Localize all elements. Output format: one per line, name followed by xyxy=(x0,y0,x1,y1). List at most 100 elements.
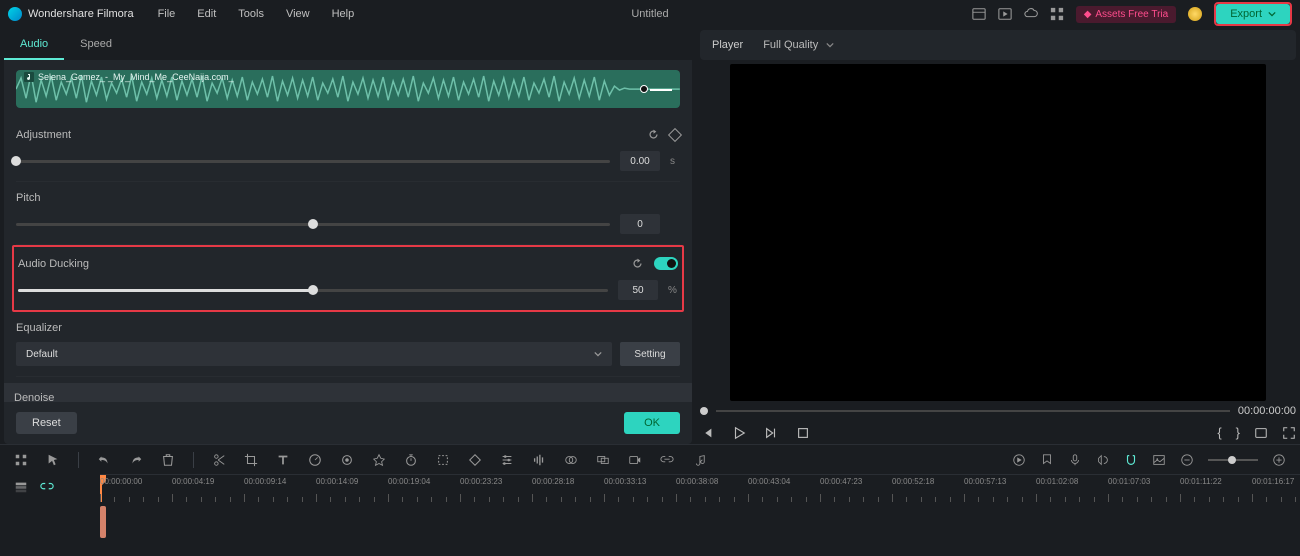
crop-icon[interactable] xyxy=(244,453,258,467)
scrub-track[interactable] xyxy=(716,410,1230,412)
group-icon[interactable] xyxy=(596,453,610,467)
link-icon[interactable] xyxy=(660,453,674,467)
next-frame-icon[interactable] xyxy=(764,426,778,440)
color-icon[interactable] xyxy=(340,453,354,467)
image-icon[interactable] xyxy=(1152,453,1166,467)
adjustment-slider[interactable] xyxy=(16,160,610,163)
screenshot-icon[interactable] xyxy=(1254,426,1268,440)
zoom-in-icon[interactable] xyxy=(1272,453,1286,467)
cursor-icon[interactable] xyxy=(46,453,60,467)
menu-file[interactable]: File xyxy=(158,8,176,20)
adjust-icon[interactable] xyxy=(500,453,514,467)
panel-tabs: Audio Speed xyxy=(4,30,692,60)
prev-frame-icon[interactable] xyxy=(700,426,714,440)
chevron-down-icon xyxy=(1268,10,1276,18)
tab-audio[interactable]: Audio xyxy=(4,30,64,60)
brace-open-icon[interactable]: { xyxy=(1217,425,1221,440)
ducking-slider[interactable] xyxy=(18,289,608,292)
mic-icon[interactable] xyxy=(1068,453,1082,467)
audio-bars-icon[interactable] xyxy=(532,453,546,467)
equalizer-section: Equalizer Default Setting xyxy=(16,312,680,377)
zoom-out-icon[interactable] xyxy=(1180,453,1194,467)
media-icon[interactable] xyxy=(998,7,1012,21)
stop-icon[interactable] xyxy=(796,426,810,440)
ok-button[interactable]: OK xyxy=(624,412,680,434)
audio-mix-icon[interactable] xyxy=(1096,453,1110,467)
pitch-value[interactable]: 0 xyxy=(620,214,660,234)
export-button[interactable]: Export xyxy=(1216,4,1290,24)
mask-icon[interactable] xyxy=(564,453,578,467)
keyframe-tool-icon[interactable] xyxy=(468,453,482,467)
video-preview[interactable] xyxy=(730,64,1266,401)
adjustment-value[interactable]: 0.00 xyxy=(620,151,660,171)
reset-button[interactable]: Reset xyxy=(16,412,77,434)
apps-icon[interactable] xyxy=(1050,7,1064,21)
timeline-clip[interactable] xyxy=(100,506,106,538)
adjustment-section: Adjustment 0.00 s xyxy=(16,118,680,182)
brace-close-icon[interactable]: } xyxy=(1236,425,1240,440)
render-icon[interactable] xyxy=(1012,453,1026,467)
pitch-section: Pitch 0 xyxy=(16,182,680,245)
menu-tools[interactable]: Tools xyxy=(238,8,264,20)
clip-filename: Selena_Gomez_-_My_Mind_Me_CeeNaija.com_ xyxy=(38,72,234,82)
tab-speed[interactable]: Speed xyxy=(64,30,128,60)
assets-badge[interactable]: ◆ Assets Free Tria xyxy=(1076,6,1177,23)
ducking-value[interactable]: 50 xyxy=(618,280,658,300)
track-content[interactable] xyxy=(100,502,1300,552)
effects-icon[interactable] xyxy=(372,453,386,467)
ruler-time-label: 00:00:09:14 xyxy=(244,477,286,486)
chevron-down-icon xyxy=(594,350,602,358)
top-menubar: Wondershare Filmora File Edit Tools View… xyxy=(0,0,1300,28)
equalizer-preset-dropdown[interactable]: Default xyxy=(16,342,612,366)
ruler-time-label: 00:01:02:08 xyxy=(1036,477,1078,486)
redo-icon[interactable] xyxy=(129,453,143,467)
split-icon[interactable] xyxy=(212,453,226,467)
reset-icon[interactable] xyxy=(647,128,660,141)
layout-icon[interactable] xyxy=(972,7,986,21)
ruler-time-label: 00:00:52:18 xyxy=(892,477,934,486)
quality-dropdown[interactable]: Full Quality xyxy=(763,39,834,51)
scrub-handle[interactable] xyxy=(700,407,708,415)
menu-items: File Edit Tools View Help xyxy=(158,8,355,20)
reset-icon[interactable] xyxy=(631,257,644,270)
cloud-icon[interactable] xyxy=(1024,7,1038,21)
music-icon[interactable] xyxy=(692,453,706,467)
ducking-toggle[interactable] xyxy=(654,257,678,270)
pitch-slider[interactable] xyxy=(16,223,610,226)
ruler-time-label: 00:01:16:17 xyxy=(1252,477,1294,486)
equalizer-setting-button[interactable]: Setting xyxy=(620,342,680,366)
audio-properties-panel: Audio Speed Selena_Gomez_-_My_Mind_Me_Ce… xyxy=(4,30,692,444)
marker-icon[interactable] xyxy=(1040,453,1054,467)
fit-icon[interactable] xyxy=(436,453,450,467)
undo-icon[interactable] xyxy=(97,453,111,467)
delete-icon[interactable] xyxy=(161,453,175,467)
zoom-slider[interactable] xyxy=(1208,459,1258,461)
ruler-time-label: 00:01:11:22 xyxy=(1180,477,1222,486)
ducking-unit: % xyxy=(668,285,678,296)
unlink-icon[interactable] xyxy=(40,480,54,494)
ruler-time-label: 00:01:07:03 xyxy=(1108,477,1150,486)
ruler-time-label: 00:00:38:08 xyxy=(676,477,718,486)
menu-edit[interactable]: Edit xyxy=(197,8,216,20)
snap-icon[interactable] xyxy=(1124,453,1138,467)
fullscreen-icon[interactable] xyxy=(1282,426,1296,440)
timeline-ruler[interactable]: 00:00:00:0000:00:04:1900:00:09:1400:00:1… xyxy=(100,474,1300,502)
coin-icon[interactable] xyxy=(1188,7,1202,21)
track-layers-icon[interactable] xyxy=(14,480,28,494)
ruler-time-label: 00:00:23:23 xyxy=(460,477,502,486)
text-icon[interactable] xyxy=(276,453,290,467)
audio-clip-waveform[interactable]: Selena_Gomez_-_My_Mind_Me_CeeNaija.com_ xyxy=(16,70,680,108)
play-icon[interactable] xyxy=(732,426,746,440)
menu-view[interactable]: View xyxy=(286,8,310,20)
timer-icon[interactable] xyxy=(404,453,418,467)
denoise-section[interactable]: Denoise xyxy=(4,383,692,402)
player-panel: Player Full Quality 00:00:00:00 { } xyxy=(700,30,1296,444)
ruler-time-label: 00:00:47:23 xyxy=(820,477,862,486)
speed-icon[interactable] xyxy=(308,453,322,467)
equalizer-label: Equalizer xyxy=(16,322,62,334)
record-icon[interactable] xyxy=(628,453,642,467)
selection-icon[interactable] xyxy=(14,453,28,467)
menu-help[interactable]: Help xyxy=(332,8,355,20)
keyframe-icon[interactable] xyxy=(668,127,682,141)
clip-end-marker[interactable] xyxy=(640,85,648,93)
